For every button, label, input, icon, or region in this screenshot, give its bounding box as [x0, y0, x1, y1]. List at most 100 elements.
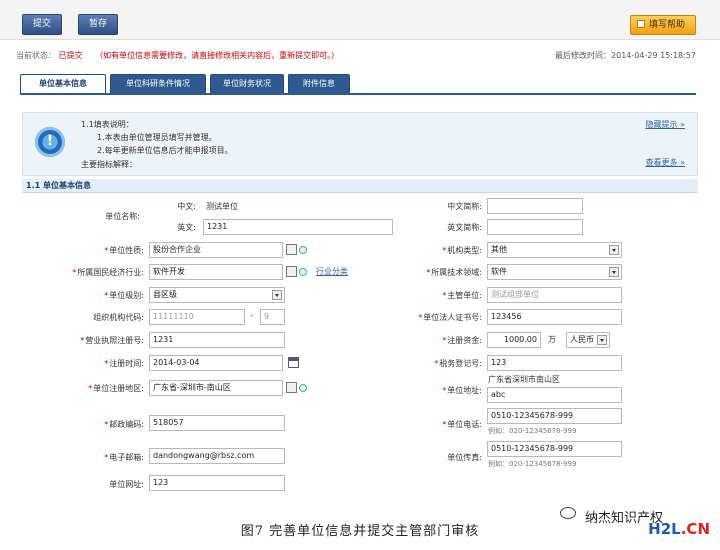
nature-label-text: 单位性质: [109, 246, 144, 255]
postcode-label: *邮政编码: [104, 420, 144, 429]
region-input[interactable]: 广东省-深圳市-南山区 [149, 380, 283, 396]
license-label-text: 营业执照注册号: [85, 336, 144, 345]
toolbar: 提交 暂存 填写帮助 [0, 0, 720, 40]
abbr-en-label: 英文简称: [447, 223, 482, 232]
region-label-text: 单位注册地区: [93, 384, 144, 393]
org-type-select[interactable]: 其他 [487, 242, 622, 258]
fax-input[interactable]: 0510-12345678-999 [487, 441, 622, 457]
gear-alert-icon: ! [35, 127, 65, 157]
postcode-label-text: 邮政编码: [109, 420, 144, 429]
supervisor-input[interactable]: 测试组部单位 [487, 287, 622, 303]
tab-finance[interactable]: 单位财务状况 [210, 74, 284, 94]
address-label-text: 单位地址: [447, 386, 482, 395]
supervisor-label: *主管单位: [442, 291, 482, 300]
reg-time-label: *注册时间: [104, 359, 144, 368]
submit-button[interactable]: 提交 [22, 14, 63, 35]
status-line: 当前状态： 已提交 （如有单位信息需要修改，请直接修改相关内容后，重新提交即可。… [16, 50, 696, 64]
help-button-label: 填写帮助 [649, 20, 686, 30]
help-button[interactable]: 填写帮助 [630, 15, 696, 35]
tax-no-label: *税务登记号: [434, 359, 482, 368]
chevron-down-icon [609, 245, 619, 255]
reg-time-input[interactable]: 2014-03-04 [149, 355, 283, 371]
capital-label-text: 注册资金: [447, 336, 482, 345]
nature-label: *单位性质: [104, 246, 144, 255]
nature-picker-icon[interactable] [286, 244, 297, 255]
website-label: 单位网址: [109, 480, 144, 489]
tab-underline [20, 93, 696, 95]
chevron-down-icon [597, 335, 607, 345]
help-doc-icon [637, 20, 645, 28]
capital-unit: 万 [548, 335, 556, 344]
tech-field-select[interactable]: 软件 [487, 264, 622, 280]
nature-input[interactable]: 股份合作企业 [149, 242, 283, 258]
last-modified-label: 最后修改时间： [555, 51, 612, 60]
email-label: *电子邮箱: [104, 453, 144, 462]
abbr-cn-input[interactable] [487, 198, 583, 214]
tax-no-label-text: 税务登记号: [439, 359, 482, 368]
tech-field-label: *所属技术领域: [426, 268, 482, 277]
org-type-label-text: 机构类型: [447, 246, 482, 255]
org-code-separator: - [250, 311, 253, 320]
phone-input[interactable]: 0510-12345678-999 [487, 408, 622, 424]
fax-label: 单位传真: [447, 453, 482, 462]
notice-line-3: 2.每年更新单位信息后才能申报项目。 [97, 146, 233, 155]
tax-no-input[interactable]: 123 [487, 355, 622, 371]
status-label: 当前状态： [16, 51, 56, 60]
industry-picker-icon[interactable] [286, 266, 297, 277]
email-input[interactable]: dandongwang@rbsz.com [149, 448, 285, 464]
currency-value: 人民币 [570, 335, 594, 344]
status-value: 已提交 [58, 51, 83, 60]
level-label-text: 单位级别: [109, 291, 144, 300]
org-type-value: 其他 [491, 245, 507, 254]
org-type-label: *机构类型: [442, 246, 482, 255]
region-clear-icon[interactable] [299, 384, 307, 392]
industry-clear-icon[interactable] [299, 268, 307, 276]
region-label: *单位注册地区: [88, 384, 144, 393]
save-draft-button[interactable]: 暂存 [78, 14, 119, 35]
unit-name-en-label: 英文: [177, 223, 196, 232]
legal-cert-input[interactable]: 123456 [487, 309, 622, 325]
watermark-site: H2L.CN [648, 520, 710, 538]
abbr-en-input[interactable] [487, 219, 583, 235]
unit-name-en-input[interactable]: 1231 [203, 219, 393, 235]
watermark-site-b: .CN [680, 520, 710, 538]
watermark-site-a: H2L [648, 520, 681, 538]
website-input[interactable]: 123 [149, 475, 285, 491]
tab-research-conditions[interactable]: 单位科研条件情况 [110, 74, 206, 94]
currency-select[interactable]: 人民币 [566, 332, 610, 348]
phone-label-text: 单位电话: [447, 420, 482, 429]
section-title: 1.1 单位基本信息 [22, 179, 698, 193]
chevron-down-icon [609, 267, 619, 277]
level-select[interactable]: 县区级 [149, 287, 285, 303]
industry-label: *所属国民经济行业: [72, 268, 144, 277]
see-more-link[interactable]: 查看更多 » [646, 157, 685, 168]
postcode-input[interactable]: 518057 [149, 415, 285, 431]
tab-attachments[interactable]: 附件信息 [288, 74, 350, 94]
unit-name-label: 单位名称: [105, 212, 140, 221]
wechat-logo-icon [560, 507, 576, 519]
calendar-icon[interactable] [288, 357, 299, 368]
tab-basic-info[interactable]: 单位基本信息 [20, 74, 106, 94]
region-picker-icon[interactable] [286, 382, 297, 393]
level-value: 县区级 [153, 290, 177, 299]
capital-input[interactable]: 1000.00 [487, 332, 541, 348]
nature-clear-icon[interactable] [299, 246, 307, 254]
industry-input[interactable]: 软件开发 [149, 264, 283, 280]
industry-category-link[interactable]: 行业分类 [316, 266, 348, 277]
phone-label: *单位电话: [442, 420, 482, 429]
last-modified-value: 2014-04-29 15:18:57 [611, 51, 696, 60]
org-code-input[interactable]: 11111110 [149, 309, 245, 325]
license-input[interactable]: 1231 [149, 332, 285, 348]
hide-tips-link[interactable]: 隐藏提示 » [646, 119, 685, 130]
org-code-label: 组织机构代码: [93, 313, 144, 322]
chevron-down-icon [272, 290, 282, 300]
abbr-cn-label: 中文简称: [447, 202, 482, 211]
notice-line-4: 主要指标解释： [81, 160, 137, 169]
unit-name-cn-value: 测试单位 [206, 202, 238, 211]
reg-time-label-text: 注册时间: [109, 359, 144, 368]
org-code-check-input[interactable]: 9 [260, 309, 285, 325]
address-input[interactable]: abc [487, 387, 622, 403]
supervisor-label-text: 主管单位: [447, 291, 482, 300]
phone-hint: 例如：020-12345678-999 [488, 427, 577, 435]
level-label: *单位级别: [104, 291, 144, 300]
